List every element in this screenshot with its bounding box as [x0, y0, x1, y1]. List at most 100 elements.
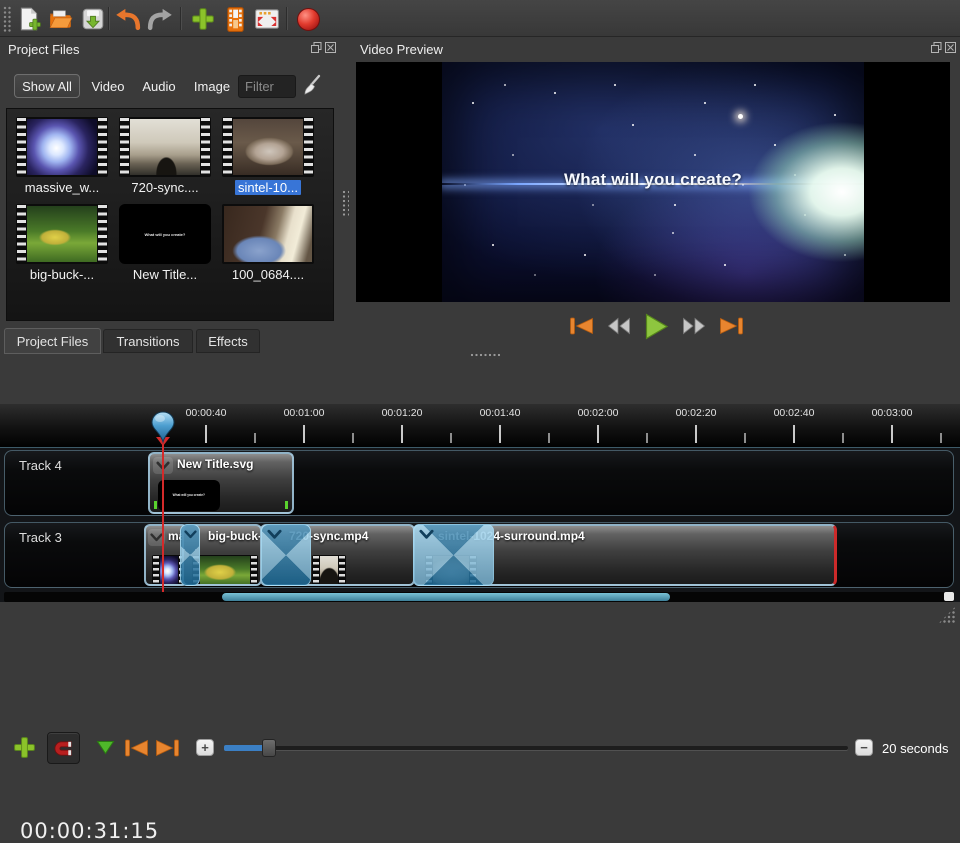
close-panel-icon[interactable]: [945, 42, 956, 53]
choose-profile-button[interactable]: [220, 4, 250, 34]
ruler-label: 00:03:00: [860, 407, 924, 419]
ruler-label: 00:00:40: [174, 407, 238, 419]
rewind-button[interactable]: [607, 317, 631, 335]
filter-video-button[interactable]: Video: [86, 74, 130, 98]
next-marker-icon: [155, 738, 180, 758]
previous-marker-icon: [124, 738, 149, 758]
new-project-button[interactable]: [14, 4, 44, 34]
file-thumbnail: [16, 204, 108, 264]
openshot-window: { "toolbar": { "buttons": [ {"name": "ne…: [0, 0, 960, 627]
ruler-tick: [793, 425, 795, 443]
tab-project-files[interactable]: Project Files: [4, 328, 101, 354]
file-item-720-sync[interactable]: 720-sync....: [116, 117, 214, 195]
play-button[interactable]: [644, 313, 669, 340]
transition-1[interactable]: [180, 524, 200, 586]
import-files-icon: [190, 6, 216, 32]
jump-to-end-icon: [719, 316, 744, 336]
ruler-tick-minor: [646, 433, 648, 443]
fullscreen-button[interactable]: [252, 4, 282, 34]
track-row-3: Track 3 massive_w... big-buck-... 720-sy…: [4, 522, 954, 588]
file-thumbnail: [119, 117, 211, 177]
clip-thumbnail: [312, 555, 346, 586]
add-marker-button[interactable]: [96, 740, 115, 760]
fast-forward-icon: [682, 317, 706, 335]
file-item-big-buck[interactable]: big-buck-...: [13, 204, 111, 282]
file-label: massive_w...: [13, 180, 111, 195]
clip-new-title[interactable]: New Title.svg What will you create?: [148, 452, 294, 514]
thumbnail-image: [224, 206, 312, 262]
timeline-ruler[interactable]: 00:00:31:15 00:00:40 00:01:00 00:01:20 0…: [0, 404, 960, 448]
transition-3[interactable]: [413, 524, 494, 586]
file-item-massive[interactable]: massive_w...: [13, 117, 111, 195]
save-project-button[interactable]: [78, 4, 108, 34]
video-preview-panel-title: Video Preview: [360, 42, 443, 57]
transition-2[interactable]: [261, 524, 311, 586]
project-files-list: massive_w... 720-sync.... sintel-10... b…: [6, 108, 334, 321]
file-label: New Title...: [116, 267, 214, 282]
main-toolbar: [0, 0, 960, 37]
ruler-tick-minor: [254, 433, 256, 443]
undo-button[interactable]: [113, 4, 143, 34]
zoom-out-button[interactable]: −: [855, 739, 873, 756]
fast-forward-button[interactable]: [682, 317, 706, 335]
ruler-tick-minor: [744, 433, 746, 443]
jump-to-start-button[interactable]: [569, 316, 594, 336]
selected-file-highlight: sintel-10...: [235, 180, 301, 195]
playhead-marker[interactable]: [150, 411, 176, 450]
clip-thumbnail: What will you create?: [158, 480, 220, 511]
tab-transitions[interactable]: Transitions: [103, 329, 193, 353]
brush-icon: [301, 74, 323, 98]
next-marker-button[interactable]: [155, 738, 180, 763]
file-thumbnail: [16, 117, 108, 177]
timeline-horizontal-scrollbar[interactable]: [4, 592, 954, 602]
add-track-icon: [12, 735, 37, 760]
project-files-panel-title: Project Files: [8, 42, 80, 57]
file-item-100-0684[interactable]: 100_0684....: [219, 204, 317, 282]
ruler-tick: [303, 425, 305, 443]
filter-image-button[interactable]: Image: [190, 74, 234, 98]
ruler-label: 00:02:20: [664, 407, 728, 419]
video-preview-area[interactable]: What will you create?: [356, 62, 950, 302]
redo-button[interactable]: [144, 4, 174, 34]
toolbar-separator: [286, 7, 288, 30]
vertical-scrollbar-thumb[interactable]: [944, 592, 954, 601]
jump-to-end-button[interactable]: [719, 316, 744, 336]
export-video-button[interactable]: [293, 4, 323, 34]
scrollbar-thumb[interactable]: [222, 593, 670, 601]
zoom-in-button[interactable]: +: [196, 739, 214, 756]
save-project-icon: [80, 6, 106, 32]
clip-resize-grip[interactable]: [285, 501, 288, 509]
chevron-down-icon: [267, 529, 282, 540]
window-resize-grip[interactable]: [938, 606, 956, 624]
clip-resize-grip[interactable]: [154, 501, 157, 509]
ruler-label: 00:02:40: [762, 407, 826, 419]
filter-input[interactable]: [238, 75, 296, 98]
snapping-toggle-button[interactable]: [47, 732, 80, 764]
previous-marker-button[interactable]: [124, 738, 149, 763]
tab-effects[interactable]: Effects: [196, 329, 260, 353]
video-frame: What will you create?: [442, 62, 864, 302]
zoom-slider-track[interactable]: [224, 746, 848, 750]
file-thumbnail: [222, 204, 314, 264]
filter-show-all-button[interactable]: Show All: [14, 74, 80, 98]
horizontal-splitter-handle[interactable]: [470, 353, 500, 359]
file-label: big-buck-...: [13, 267, 111, 282]
vertical-splitter-handle[interactable]: [342, 190, 349, 216]
track-row-4: Track 4 New Title.svg What will you crea…: [4, 450, 954, 516]
file-item-sintel[interactable]: sintel-10...: [219, 117, 317, 195]
clear-filter-button[interactable]: [301, 74, 323, 103]
filter-audio-button[interactable]: Audio: [136, 74, 182, 98]
file-item-new-title[interactable]: What will you create? New Title...: [116, 204, 214, 282]
float-panel-icon[interactable]: [311, 42, 322, 53]
zoom-slider-handle[interactable]: [262, 739, 276, 757]
toolbar-drag-handle[interactable]: [3, 6, 12, 32]
open-project-button[interactable]: [46, 4, 76, 34]
video-title-text: What will you create?: [442, 170, 864, 190]
toolbar-separator: [180, 7, 182, 30]
add-track-button[interactable]: [12, 735, 37, 765]
ruler-label: 00:01:00: [272, 407, 336, 419]
playback-controls: [352, 306, 960, 346]
float-panel-icon[interactable]: [931, 42, 942, 53]
close-panel-icon[interactable]: [325, 42, 336, 53]
import-files-button[interactable]: [188, 4, 218, 34]
